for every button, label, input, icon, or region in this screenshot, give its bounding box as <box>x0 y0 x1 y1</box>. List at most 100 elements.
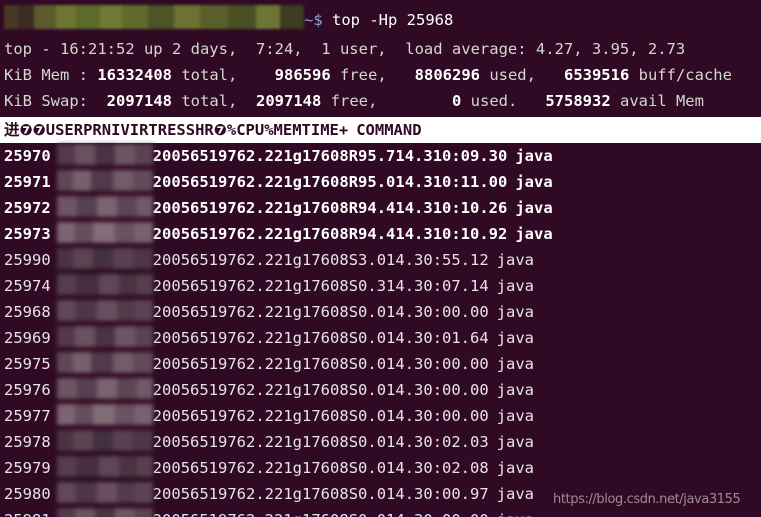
swap-free-label: free, <box>321 92 378 110</box>
cell-user <box>51 274 153 295</box>
cell-ni: 0 <box>171 407 181 425</box>
cell-time: 0:00.00 <box>423 355 489 373</box>
cell-pid: 25990 <box>4 251 51 269</box>
column-header-ni[interactable]: NI <box>102 121 121 139</box>
cell-shr: 17608 <box>302 199 349 217</box>
swap-used-label: used. <box>461 92 518 110</box>
cell-res: 2.221g <box>246 329 303 347</box>
shell-prompt-line: ~$ top -Hp 25968 <box>0 0 761 36</box>
table-row[interactable]: 25971 20056519762.221g17608R95.014.310:11… <box>0 169 761 195</box>
cell-res: 2.221g <box>246 277 303 295</box>
cell-virt: 5651976 <box>180 459 247 477</box>
redacted-username <box>56 456 153 477</box>
process-table-header[interactable]: 进❼❼USERPRNIVIRTRESSHR❼%CPU%MEMTIME+ COMMA… <box>0 117 761 143</box>
table-row[interactable]: 25978 20056519762.221g17608S0.014.30:02.0… <box>0 429 761 455</box>
cell-pr: 20 <box>152 303 172 321</box>
table-row[interactable]: 25970 20056519762.221g17608R95.714.310:09… <box>0 143 761 169</box>
cell-state: R <box>348 147 359 165</box>
cell-virt: 5651976 <box>180 433 247 451</box>
cell-pid: 25978 <box>4 433 51 451</box>
cell-pr: 20 <box>152 225 172 243</box>
cell-cpu: 0.0 <box>358 355 387 373</box>
cell-pr: 20 <box>152 485 172 503</box>
cell-cpu: 95.0 <box>358 173 396 191</box>
table-row[interactable]: 25990 20056519762.221g17608S3.014.30:55.1… <box>0 247 761 273</box>
redacted-username <box>56 430 153 451</box>
cell-user <box>51 456 153 477</box>
redacted-username <box>56 508 153 517</box>
cell-virt: 5651976 <box>180 407 247 425</box>
cell-state: S <box>348 485 359 503</box>
column-header-command[interactable]: COMMAND <box>348 121 421 139</box>
redacted-username <box>56 378 153 399</box>
column-header-time[interactable]: TIME+ <box>302 121 349 139</box>
cell-res: 2.221g <box>246 485 303 503</box>
cell-cpu: 0.0 <box>358 485 387 503</box>
cell-mem: 14.3 <box>386 303 424 321</box>
cell-pid: 25969 <box>4 329 51 347</box>
redacted-username <box>56 300 153 321</box>
column-header-pr[interactable]: PR <box>83 121 102 139</box>
cell-cpu: 3.0 <box>358 251 387 269</box>
cell-ni: 0 <box>171 225 181 243</box>
table-row[interactable]: 25981 20056519762.221g17608S0.014.30:00.0… <box>0 507 761 517</box>
cell-pid: 25977 <box>4 407 51 425</box>
cell-shr: 17608 <box>302 459 349 477</box>
cell-time: 0:00.00 <box>423 407 489 425</box>
cell-shr: 17608 <box>302 485 349 503</box>
column-header-mem[interactable]: %MEM <box>264 121 301 139</box>
cell-state: S <box>348 277 359 295</box>
swap-total-label: total, <box>172 92 238 110</box>
table-row[interactable]: 25976 20056519762.221g17608S0.014.30:00.0… <box>0 377 761 403</box>
column-header-user[interactable]: USER <box>46 121 83 139</box>
cell-virt: 5651976 <box>180 277 247 295</box>
cell-command: java <box>496 329 535 347</box>
cell-ni: 0 <box>171 303 181 321</box>
column-header-pid[interactable]: 进❼❼ <box>4 121 46 139</box>
column-header-virt[interactable]: VIRT <box>120 121 157 139</box>
redacted-username <box>56 352 153 373</box>
cell-user <box>51 196 153 217</box>
cell-user <box>51 300 153 321</box>
cell-user <box>51 170 153 191</box>
table-row[interactable]: 25974 20056519762.221g17608S0.314.30:07.1… <box>0 273 761 299</box>
prompt-symbol: ~$ <box>304 11 332 29</box>
column-header-res[interactable]: RES <box>158 121 186 139</box>
table-row[interactable]: 25979 20056519762.221g17608S0.014.30:02.0… <box>0 455 761 481</box>
table-row[interactable]: 25968 20056519762.221g17608S0.014.30:00.0… <box>0 299 761 325</box>
cell-ni: 0 <box>171 433 181 451</box>
cell-ni: 0 <box>171 199 181 217</box>
cell-pid: 25972 <box>4 199 51 217</box>
column-header-cpu[interactable]: %CPU <box>227 121 264 139</box>
cell-pid: 25970 <box>4 147 51 165</box>
cell-command: java <box>496 303 535 321</box>
column-header-shr[interactable]: SHR <box>186 121 214 139</box>
cell-cpu: 0.0 <box>358 459 387 477</box>
cell-state: S <box>348 355 359 373</box>
table-row[interactable]: 25975 20056519762.221g17608S0.014.30:00.0… <box>0 351 761 377</box>
cell-shr: 17608 <box>302 381 349 399</box>
cell-time: 10:10.26 <box>432 199 508 217</box>
cell-ni: 0 <box>171 381 181 399</box>
redacted-username <box>56 248 153 269</box>
table-row[interactable]: 25972 20056519762.221g17608R94.414.310:10… <box>0 195 761 221</box>
cell-mem: 14.3 <box>386 485 424 503</box>
mem-total-value: 16332408 <box>97 66 172 84</box>
cell-ni: 0 <box>171 485 181 503</box>
cell-res: 2.221g <box>246 511 302 517</box>
table-row[interactable]: 25969 20056519762.221g17608S0.014.30:01.6… <box>0 325 761 351</box>
table-row[interactable]: 25973 20056519762.221g17608R94.414.310:10… <box>0 221 761 247</box>
cell-ni: 0 <box>171 147 181 165</box>
table-row[interactable]: 25980 20056519762.221g17608S0.014.30:00.9… <box>0 481 761 507</box>
cell-mem: 14.3 <box>386 355 424 373</box>
cell-pid: 25974 <box>4 277 51 295</box>
terminal-window[interactable]: ~$ top -Hp 25968 top - 16:21:52 up 2 day… <box>0 0 761 517</box>
table-row[interactable]: 25977 20056519762.221g17608S0.014.30:00.0… <box>0 403 761 429</box>
mem-buffcache-value: 6539516 <box>563 66 630 84</box>
cell-virt: 5651976 <box>180 303 247 321</box>
cell-virt: 5651976 <box>180 381 247 399</box>
redacted-user-host <box>4 5 304 29</box>
cell-state: S <box>348 459 359 477</box>
column-header-state[interactable]: ❼ <box>214 121 227 139</box>
cell-res: 2.221g <box>246 433 303 451</box>
